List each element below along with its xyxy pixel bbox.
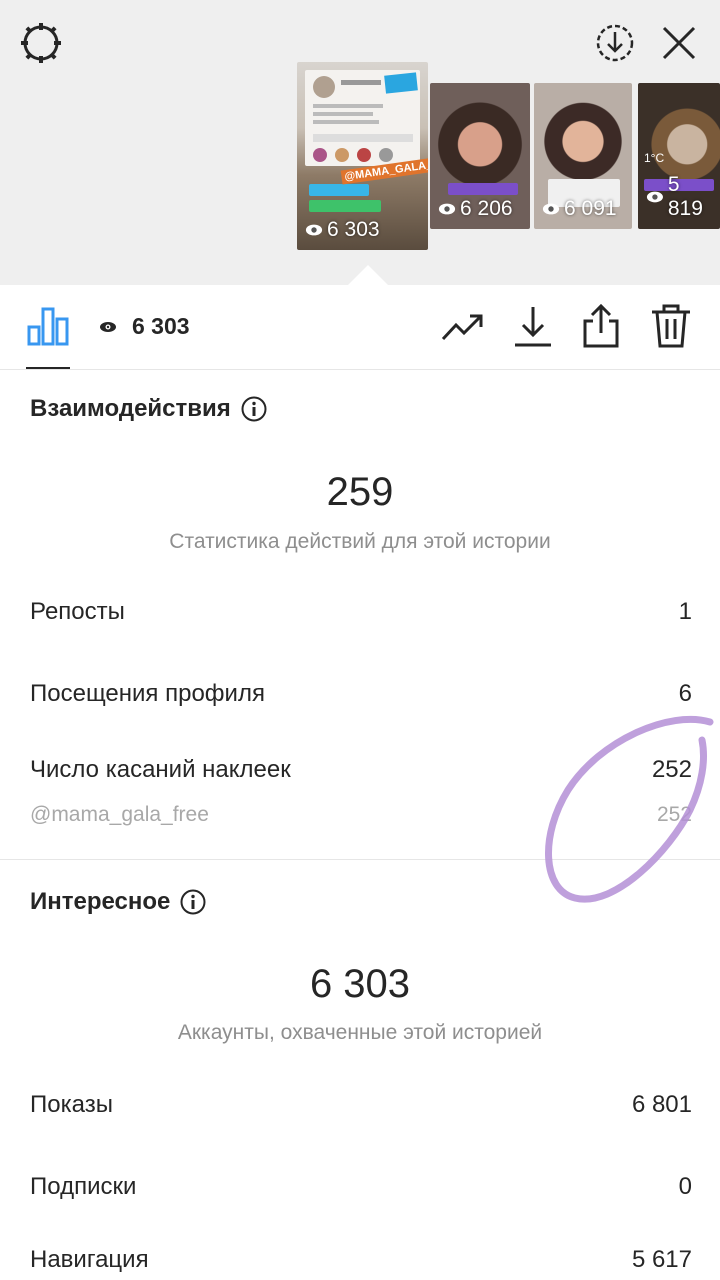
- views-counter: 6 303: [98, 313, 190, 340]
- section-divider: [0, 859, 720, 860]
- thumbnail-views-count: 5 819: [667, 173, 703, 220]
- stat-value: 6: [678, 680, 692, 707]
- settings-icon[interactable]: [18, 20, 64, 66]
- stat-row-sticker-mention: @mama_gala_free 252: [30, 803, 692, 827]
- sticker-mention-label: @mama_gala_free: [30, 803, 209, 826]
- discovery-title-text: Интересное: [30, 888, 171, 915]
- selected-story-pointer: [348, 265, 388, 285]
- eye-icon: [100, 321, 116, 332]
- stat-row-sticker-taps: Число касаний наклеек 252: [30, 756, 692, 784]
- trend-icon[interactable]: [440, 303, 486, 349]
- stat-label: Репосты: [30, 598, 125, 625]
- interactions-title-text: Взаимодействия: [30, 395, 231, 422]
- story-thumbnail-selected[interactable]: @MAMA_GALA_FREE 6 303: [297, 62, 428, 250]
- interactions-total: 259: [326, 470, 394, 514]
- info-icon[interactable]: [241, 396, 267, 422]
- stat-row-impressions: Показы 6 801: [30, 1091, 692, 1119]
- thumbnail-sticker: [309, 200, 381, 212]
- thumbnail-views: 6 303: [305, 218, 380, 242]
- stat-value: 6 801: [631, 1091, 692, 1118]
- story-toolbar: 6 303: [0, 285, 720, 370]
- thumbnail-weather-sticker: 1°C: [644, 151, 665, 165]
- views-count: 6 303: [132, 313, 190, 339]
- stat-row-navigation: Навигация 5 617: [30, 1246, 692, 1274]
- discovery-section-title: Интересное: [30, 888, 206, 916]
- interactions-subtitle: Статистика действий для этой истории: [169, 530, 551, 553]
- trash-icon[interactable]: [648, 303, 694, 349]
- thumbnail-sticker: [448, 183, 518, 195]
- story-thumbnail[interactable]: 6 091: [534, 83, 632, 229]
- stat-value: 5 617: [631, 1246, 692, 1273]
- thumbnail-views: 6 206: [438, 197, 513, 221]
- thumbnail-sticker: [309, 184, 369, 196]
- stat-label: Подписки: [30, 1173, 137, 1200]
- stat-label: Навигация: [30, 1246, 149, 1273]
- thumbnail-views-count: 6 206: [460, 197, 513, 220]
- interactions-section-title: Взаимодействия: [30, 395, 267, 423]
- thumbnail-views: 5 819: [646, 173, 720, 221]
- discovery-subtitle: Аккаунты, охваченные этой историей: [177, 1021, 543, 1044]
- info-icon[interactable]: [180, 889, 206, 915]
- stat-label: Число касаний наклеек: [30, 756, 291, 783]
- thumbnail-views-count: 6 091: [564, 197, 617, 220]
- save-story-icon[interactable]: [592, 20, 638, 66]
- story-thumbnail[interactable]: 1°C 5 819: [638, 83, 720, 229]
- bar-chart-icon[interactable]: [26, 303, 70, 347]
- thumbnail-views: 6 091: [542, 197, 617, 221]
- download-icon[interactable]: [510, 303, 556, 349]
- stat-label: Посещения профиля: [30, 680, 265, 707]
- stat-value: 1: [678, 598, 692, 625]
- share-icon[interactable]: [578, 303, 624, 349]
- thumbnail-profile-screenshot: [305, 70, 420, 166]
- stat-row-profile-visits: Посещения профиля 6: [30, 680, 692, 708]
- stat-value: 0: [678, 1173, 692, 1200]
- active-tab-indicator: [26, 367, 70, 369]
- stat-row-reposts: Репосты 1: [30, 598, 692, 626]
- thumbnail-views-count: 6 303: [327, 218, 380, 241]
- story-thumbnail[interactable]: 6 206: [430, 83, 530, 229]
- story-preview-area: @MAMA_GALA_FREE 6 303 6 206 6 091 1°C 5 …: [0, 0, 720, 285]
- close-icon[interactable]: [656, 20, 702, 66]
- stat-row-follows: Подписки 0: [30, 1173, 692, 1201]
- stat-value: 252: [651, 756, 692, 783]
- sticker-mention-value: 252: [656, 803, 692, 826]
- stat-label: Показы: [30, 1091, 113, 1118]
- discovery-total: 6 303: [309, 962, 411, 1006]
